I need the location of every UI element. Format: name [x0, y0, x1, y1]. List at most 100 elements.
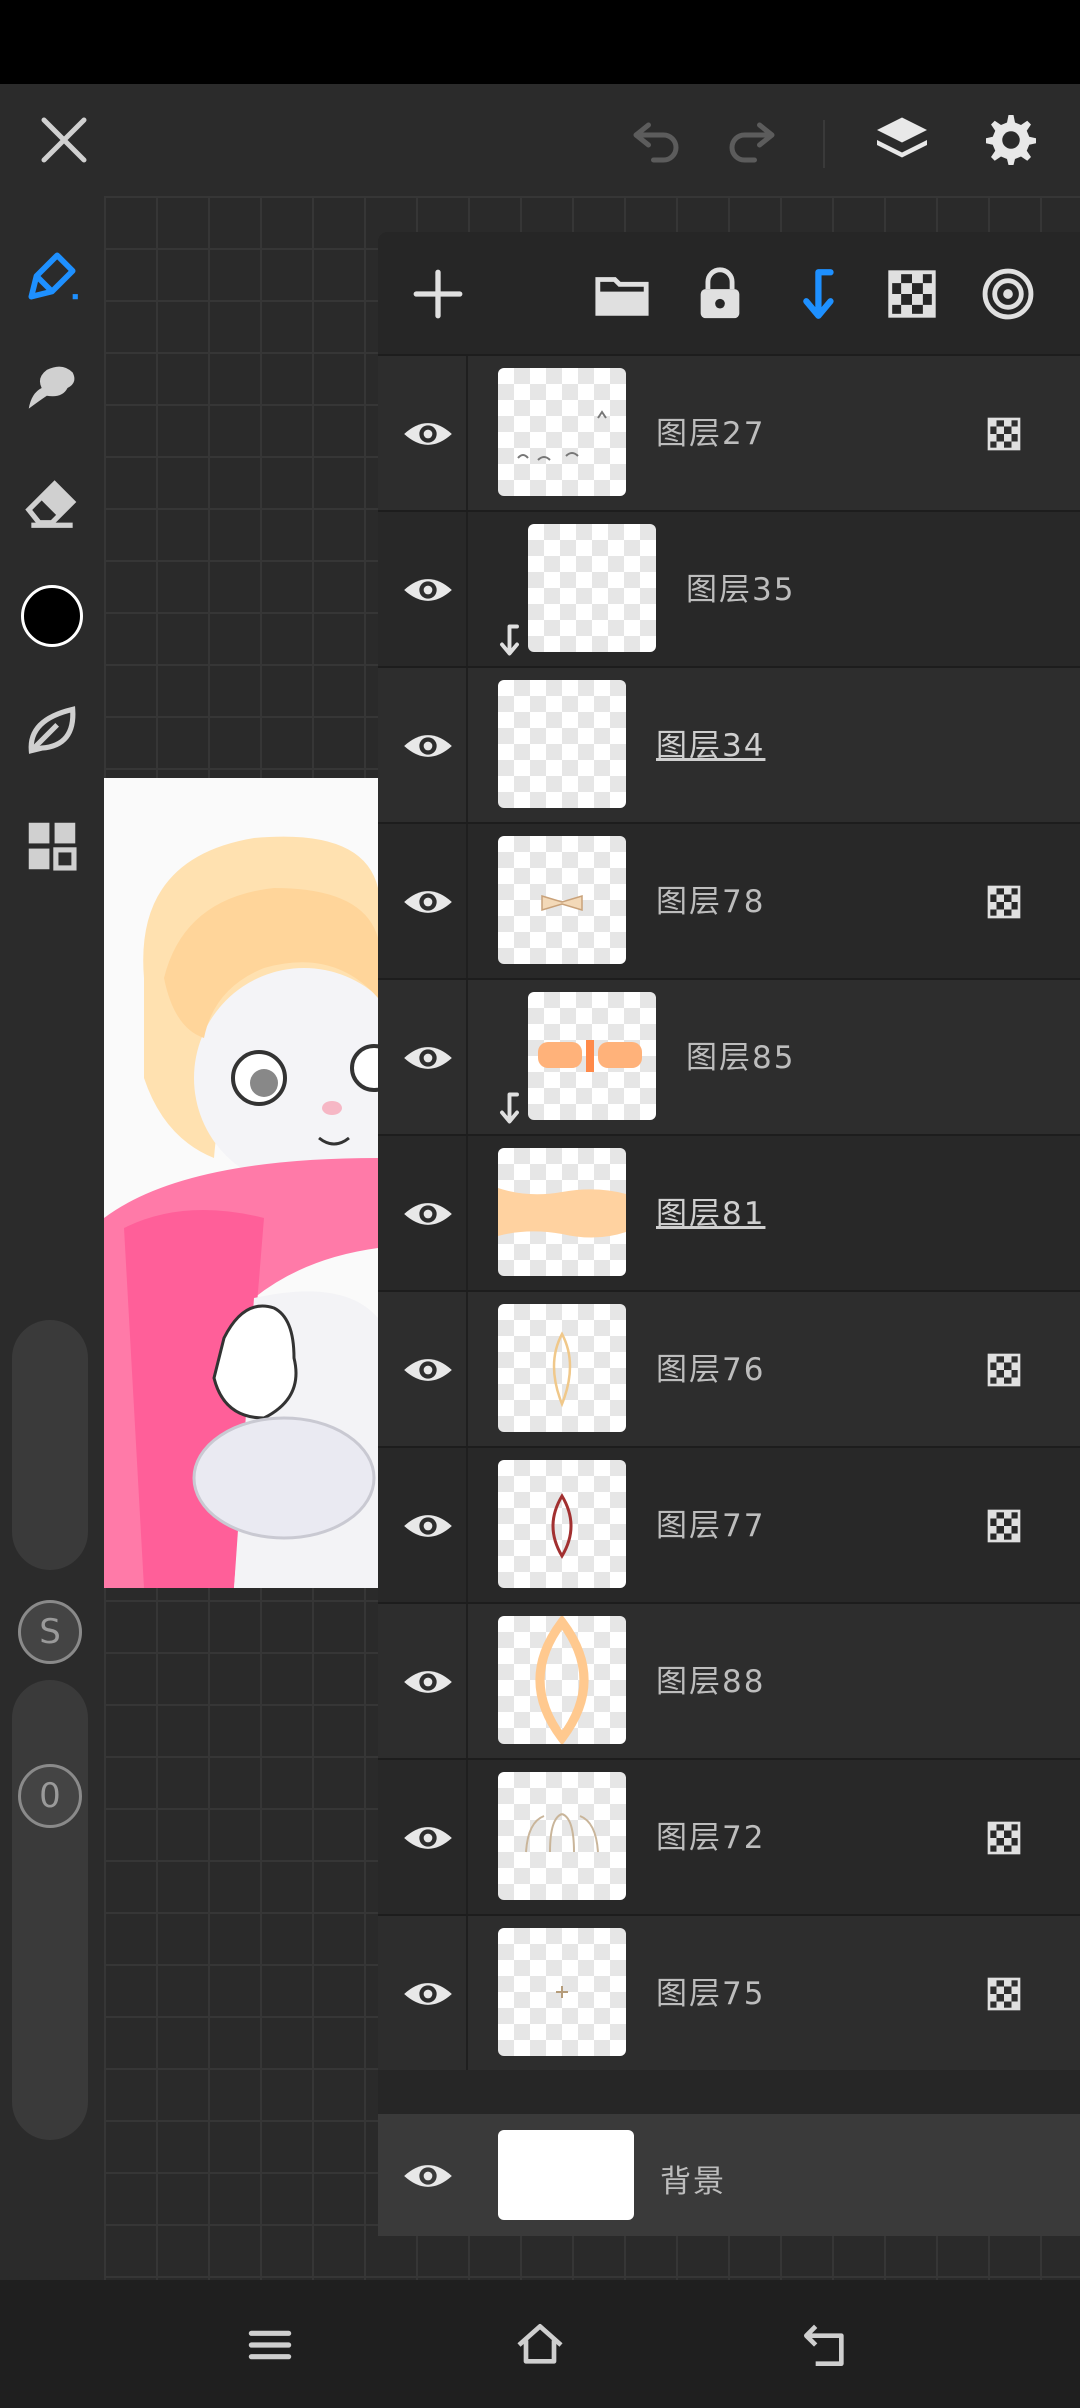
- undo-icon: [633, 122, 679, 163]
- brush-tool[interactable]: [12, 236, 92, 316]
- background-layer-row[interactable]: 背景: [378, 2114, 1080, 2236]
- eye-icon: [404, 891, 452, 913]
- clip-arrow-icon: [803, 269, 834, 319]
- alpha-lock-button[interactable]: [872, 254, 952, 334]
- visibility-toggle[interactable]: [396, 1806, 460, 1870]
- layer-name: 图层35: [686, 572, 796, 608]
- layer-row[interactable]: 图层75: [378, 1914, 1080, 2070]
- grid-icon: [28, 822, 77, 871]
- size-slider-handle[interactable]: S: [18, 1600, 82, 1664]
- layer-thumbnail: [498, 1460, 626, 1588]
- background-layer-name: 背景: [660, 2164, 726, 2200]
- layer-row[interactable]: 图层72: [378, 1758, 1080, 1914]
- eye-icon: [404, 1047, 452, 1069]
- smudge-icon: [28, 366, 75, 409]
- leaf-icon: [28, 706, 76, 754]
- close-icon: [41, 117, 87, 163]
- menu-button[interactable]: [230, 2310, 310, 2380]
- eye-icon: [404, 1515, 452, 1537]
- menu-icon: [248, 2330, 292, 2360]
- layer-row[interactable]: 图层81: [378, 1134, 1080, 1290]
- visibility-toggle[interactable]: [396, 402, 460, 466]
- alpha-lock-icon[interactable]: [984, 1818, 1024, 1858]
- toolbar-divider: [823, 120, 825, 168]
- size-label: S: [39, 1612, 61, 1652]
- eye-icon: [404, 423, 452, 445]
- add-layer-button[interactable]: [398, 254, 478, 334]
- gallery-tool[interactable]: [12, 806, 92, 886]
- visibility-toggle[interactable]: [396, 714, 460, 778]
- layer-row[interactable]: 图层34: [378, 666, 1080, 822]
- smudge-tool[interactable]: [12, 348, 92, 428]
- add-icon: [413, 269, 463, 319]
- layer-thumbnail: [498, 1304, 626, 1432]
- alpha-lock-icon[interactable]: [984, 414, 1024, 454]
- alpha-lock-icon[interactable]: [984, 1506, 1024, 1546]
- lock-button[interactable]: [680, 254, 760, 334]
- eraser-tool[interactable]: [12, 462, 92, 542]
- visibility-toggle[interactable]: [396, 1494, 460, 1558]
- row-divider: [466, 512, 468, 666]
- visibility-toggle[interactable]: [396, 1026, 460, 1090]
- layers-button[interactable]: [846, 84, 958, 196]
- leaf-tool[interactable]: [12, 690, 92, 770]
- visibility-toggle[interactable]: [396, 1338, 460, 1402]
- close-button[interactable]: [8, 84, 120, 196]
- row-divider: [466, 1604, 468, 1758]
- folder-button[interactable]: [582, 254, 662, 334]
- home-icon: [517, 2324, 563, 2364]
- layer-name: 图层81: [656, 1196, 766, 1232]
- layer-row[interactable]: 图层78: [378, 822, 1080, 978]
- visibility-toggle[interactable]: [396, 1650, 460, 1714]
- layer-row[interactable]: 图层88: [378, 1602, 1080, 1758]
- row-divider: [466, 668, 468, 822]
- layer-thumbnail: [498, 1928, 626, 2056]
- visibility-toggle[interactable]: [396, 1962, 460, 2026]
- background-thumbnail: [498, 2130, 634, 2220]
- visibility-toggle[interactable]: [396, 870, 460, 934]
- alpha-lock-icon[interactable]: [984, 1350, 1024, 1390]
- eye-icon: [404, 579, 452, 601]
- layers-icon: [877, 117, 927, 158]
- alpha-lock-icon[interactable]: [984, 882, 1024, 922]
- layer-name: 图层78: [656, 884, 766, 920]
- reference-button[interactable]: [968, 254, 1048, 334]
- target-icon: [982, 268, 1034, 320]
- opacity-slider-handle[interactable]: 0: [18, 1764, 82, 1828]
- artwork-preview[interactable]: [104, 778, 378, 1588]
- visibility-toggle[interactable]: [396, 2144, 460, 2208]
- layer-name: 图层77: [656, 1508, 766, 1544]
- layer-thumbnail: [498, 1148, 626, 1276]
- visibility-toggle[interactable]: [396, 1182, 460, 1246]
- gear-icon: [986, 115, 1036, 165]
- clipping-button[interactable]: [776, 254, 856, 334]
- redo-icon: [729, 122, 775, 163]
- folder-icon: [595, 277, 649, 316]
- visibility-toggle[interactable]: [396, 558, 460, 622]
- row-divider: [466, 1760, 468, 1914]
- brush-icon: [28, 252, 78, 300]
- current-color-swatch: [21, 585, 83, 647]
- layer-row[interactable]: 图层85: [378, 978, 1080, 1134]
- opacity-label: 0: [39, 1776, 61, 1816]
- redo-button[interactable]: [696, 84, 808, 196]
- layer-row[interactable]: 图层27: [378, 354, 1080, 510]
- settings-button[interactable]: [955, 84, 1067, 196]
- eye-icon: [404, 2165, 452, 2187]
- alpha-lock-icon[interactable]: [984, 1974, 1024, 2014]
- layer-row[interactable]: 图层35: [378, 510, 1080, 666]
- layer-row[interactable]: 图层76: [378, 1290, 1080, 1446]
- layer-name: 图层27: [656, 416, 766, 452]
- back-icon: [804, 2324, 844, 2366]
- opacity-slider[interactable]: [12, 1680, 88, 2140]
- layer-thumbnail: [498, 680, 626, 808]
- color-picker[interactable]: [12, 576, 92, 656]
- layer-name: 图层76: [656, 1352, 766, 1388]
- home-button[interactable]: [500, 2310, 580, 2380]
- back-button[interactable]: [785, 2310, 865, 2380]
- lock-icon: [700, 267, 740, 319]
- row-divider: [466, 980, 468, 1134]
- size-slider[interactable]: [12, 1320, 88, 1570]
- eye-icon: [404, 1203, 452, 1225]
- layer-row[interactable]: 图层77: [378, 1446, 1080, 1602]
